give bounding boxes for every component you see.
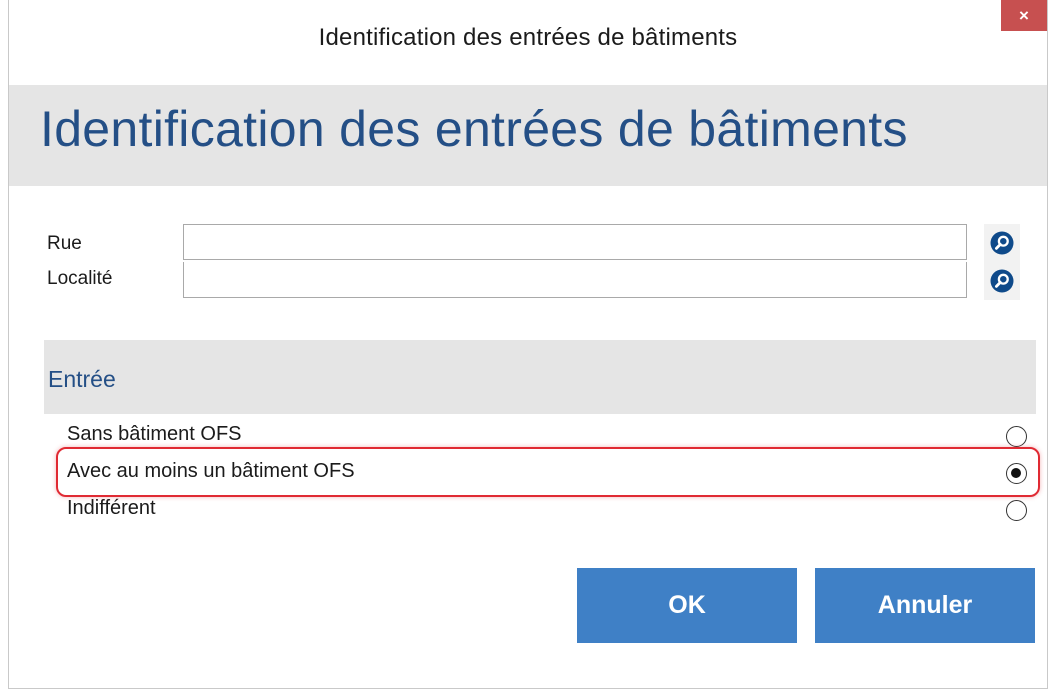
option-label: Indifférent (67, 497, 156, 519)
window-title: Identification des entrées de bâtiments (318, 24, 738, 51)
radio-button[interactable] (1006, 500, 1027, 521)
option-sans-batiment[interactable]: Sans bâtiment OFS (67, 419, 1027, 452)
close-button[interactable]: × (1001, 0, 1047, 31)
localite-input[interactable] (183, 262, 967, 298)
title-bar: Identification des entrées de bâtiments … (9, 0, 1047, 85)
magnifier-icon (990, 231, 1014, 255)
cancel-button[interactable]: Annuler (815, 568, 1035, 643)
radio-button-selected[interactable] (1006, 463, 1027, 484)
rue-label: Rue (47, 233, 82, 254)
close-icon: × (1019, 5, 1029, 25)
entree-section-header: Entrée (44, 340, 1036, 414)
rue-lookup-button[interactable] (984, 224, 1020, 262)
header-banner: Identification des entrées de bâtiments (9, 85, 1047, 186)
ok-button[interactable]: OK (577, 568, 797, 643)
page-title: Identification des entrées de bâtiments (40, 101, 908, 157)
section-title: Entrée (48, 366, 116, 392)
radio-button[interactable] (1006, 426, 1027, 447)
rue-input[interactable] (183, 224, 967, 260)
option-label: Avec au moins un bâtiment OFS (67, 460, 355, 482)
magnifier-icon (990, 269, 1014, 293)
localite-lookup-button[interactable] (984, 262, 1020, 300)
option-label: Sans bâtiment OFS (67, 423, 242, 445)
option-avec-batiment[interactable]: Avec au moins un bâtiment OFS (67, 456, 1027, 489)
dialog-window: Identification des entrées de bâtiments … (8, 0, 1048, 689)
localite-label: Localité (47, 268, 113, 289)
option-indifferent[interactable]: Indifférent (67, 493, 1027, 526)
